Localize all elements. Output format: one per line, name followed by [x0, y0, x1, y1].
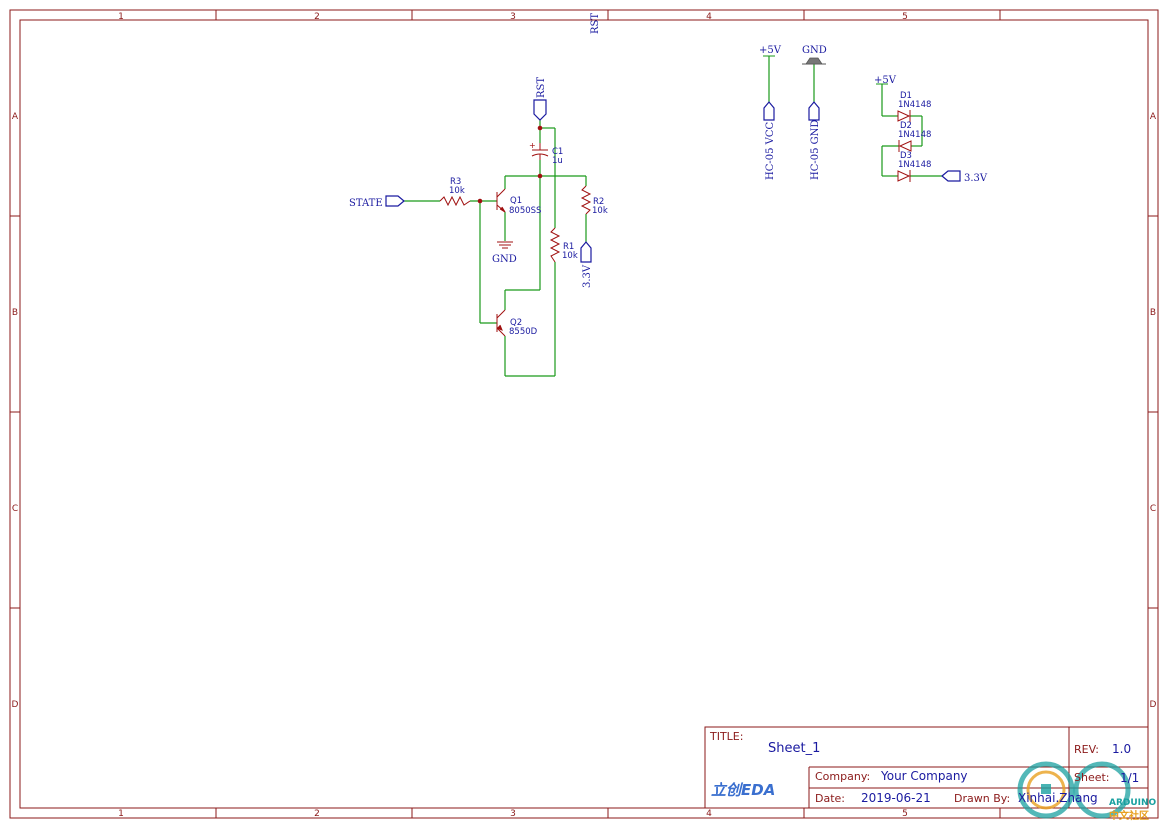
col-number: 3: [510, 809, 516, 819]
port-out-3v3[interactable]: [941, 170, 961, 182]
row-letter: C: [12, 504, 18, 514]
drawn-by-label: Drawn By:: [954, 792, 1011, 805]
net-label-gnd-power: GND: [802, 45, 827, 56]
rev-label: REV:: [1074, 743, 1099, 756]
drawn-by-value: Xinhai.Zhang: [1018, 791, 1098, 805]
port-rst[interactable]: [533, 99, 547, 121]
sheet-label: Sheet:: [1074, 771, 1110, 784]
lceda-logo: 立创EDA: [711, 781, 776, 799]
row-letter: C: [1150, 504, 1156, 514]
d1-value: 1N4148: [898, 100, 931, 110]
d3-value: 1N4148: [898, 160, 931, 170]
row-letter: D: [12, 700, 19, 710]
q1-value: 8050SS: [509, 206, 541, 216]
row-letter: A: [12, 112, 19, 122]
c1-value: 1u: [552, 156, 563, 166]
net-label-diode-vcc: +5V: [874, 75, 897, 86]
gnd-power-symbol: [802, 57, 826, 65]
rev-value: 1.0: [1112, 742, 1132, 756]
transistor-q1[interactable]: [496, 188, 506, 213]
net-label-hc05-gnd: HC-05 GND: [810, 120, 821, 180]
date-label: Date:: [815, 792, 845, 805]
schematic-sheet: 1 2 3 4 5 1 2 3 4 5 A B C D A B C D RST: [9, 9, 1159, 819]
transistor-q2[interactable]: [496, 309, 506, 337]
title-value: Sheet_1: [768, 741, 821, 756]
port-state[interactable]: [385, 195, 405, 207]
company-label: Company:: [815, 770, 871, 783]
diode-d3[interactable]: [897, 170, 911, 182]
junctions: [477, 125, 543, 204]
port-r2-3v3[interactable]: [580, 241, 592, 263]
title-label: TITLE:: [710, 730, 744, 743]
svg-text:+: +: [529, 141, 536, 150]
col-number: 4: [706, 809, 712, 819]
col-number: 3: [510, 12, 516, 22]
wires: [404, 56, 942, 377]
gnd-symbol-q1: [497, 241, 513, 249]
col-number: 5: [902, 12, 908, 22]
resistor-r2[interactable]: [580, 185, 592, 215]
col-number: 4: [706, 12, 712, 22]
q2-value: 8550D: [509, 327, 538, 337]
resistor-r3[interactable]: [439, 195, 471, 207]
net-label-gnd-q1: GND: [492, 254, 517, 265]
r3-value: 10k: [449, 186, 465, 196]
sheet-frame: [9, 9, 1159, 819]
port-hc05-gnd[interactable]: [808, 101, 820, 121]
capacitor-c1[interactable]: +: [529, 141, 549, 160]
net-label-hc05-vcc: HC-05 VCC: [765, 121, 776, 180]
col-number: 1: [118, 12, 124, 22]
date-value: 2019-06-21: [861, 791, 931, 805]
q1-ref: Q1: [510, 196, 522, 206]
net-label-out-3v3: 3.3V: [964, 173, 988, 184]
watermark-cn: 中文社区: [1109, 811, 1149, 822]
r1-value: 10k: [562, 251, 578, 261]
net-label-state: STATE: [349, 198, 383, 209]
col-number: 2: [314, 12, 320, 22]
col-number: 1: [118, 809, 124, 819]
title-block: TITLE: Sheet_1 REV: 1.0 立创EDA Company: Y…: [705, 727, 1156, 822]
col-number: 5: [902, 809, 908, 819]
net-label-vcc: +5V: [759, 45, 782, 56]
row-letter: B: [12, 308, 18, 318]
row-letter: A: [1150, 112, 1157, 122]
port-hc05-vcc[interactable]: [763, 101, 775, 121]
sheet-value: 1/1: [1120, 771, 1140, 785]
col-number: 2: [314, 809, 320, 819]
company-value: Your Company: [881, 769, 968, 783]
d2-value: 1N4148: [898, 130, 931, 140]
net-label-rst-top: RST: [590, 13, 601, 34]
net-label-rst: RST: [536, 77, 547, 98]
net-label-r2-3v3: 3.3V: [582, 264, 593, 288]
resistor-r1[interactable]: [549, 227, 561, 263]
row-letter: D: [1150, 700, 1157, 710]
row-letter: B: [1150, 308, 1156, 318]
r2-value: 10k: [592, 206, 608, 216]
